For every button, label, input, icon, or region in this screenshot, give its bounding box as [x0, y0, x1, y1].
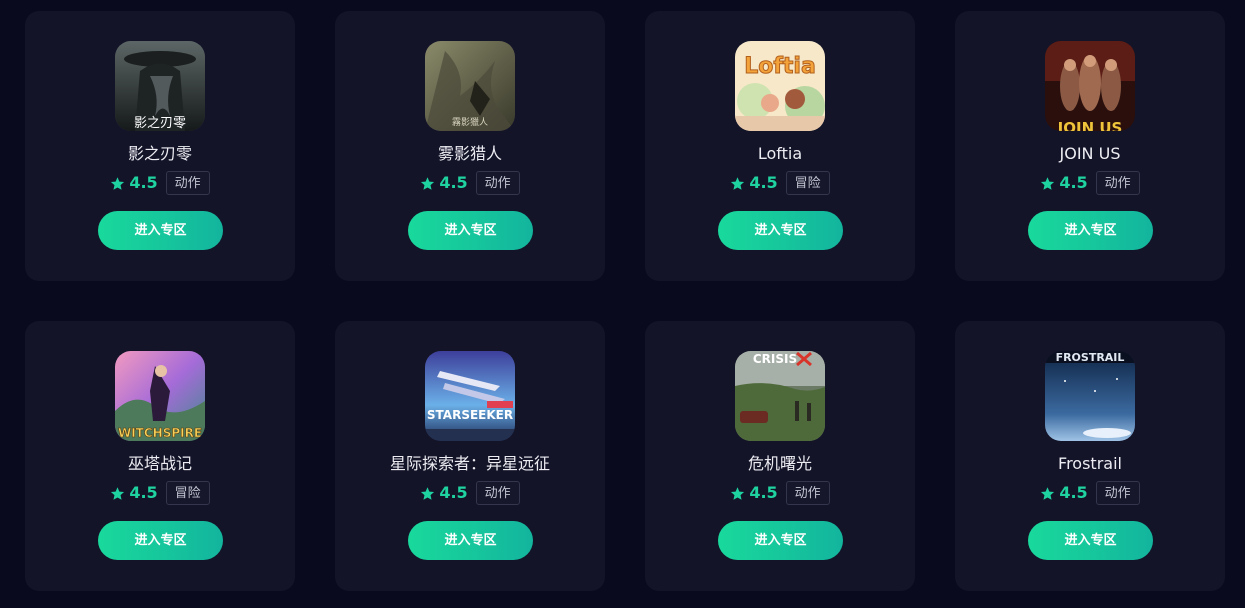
game-cover-image[interactable]: 霧影獵人 [425, 41, 515, 131]
svg-text:霧影獵人: 霧影獵人 [452, 116, 488, 128]
game-title: 巫塔战记 [127, 454, 192, 473]
enter-zone-button[interactable]: 进入专区 [98, 211, 223, 250]
game-meta: 4.5 冒险 [645, 170, 915, 196]
genre-tag: 动作 [165, 171, 210, 195]
game-rating: 4.5 [749, 173, 778, 192]
game-title: 影之刃零 [127, 144, 192, 163]
enter-zone-button[interactable]: 进入专区 [98, 521, 223, 560]
game-meta: 4.5 动作 [25, 170, 295, 196]
game-title: JOIN US [1059, 144, 1121, 163]
game-cover-image[interactable]: STARSEEKER [425, 351, 515, 441]
game-rating: 4.5 [439, 173, 468, 192]
game-title: 星际探索者：异星远征 [389, 454, 550, 473]
svg-text:影之刃零: 影之刃零 [134, 116, 186, 131]
genre-tag: 冒险 [785, 171, 830, 195]
game-grid: 影之刃零 影之刃零 4.5 动作 进入专区 霧影獵人 雾影猎人 4.5 动作 进… [0, 0, 1245, 608]
genre-tag: 动作 [785, 481, 830, 505]
star-icon [421, 176, 435, 190]
game-cover-image[interactable]: FROSTRAIL [1045, 351, 1135, 441]
game-rating: 4.5 [1059, 173, 1088, 192]
genre-tag: 动作 [475, 171, 520, 195]
game-card[interactable]: 影之刃零 影之刃零 4.5 动作 进入专区 [25, 11, 295, 281]
star-icon [421, 486, 435, 500]
genre-tag: 动作 [475, 481, 520, 505]
game-rating: 4.5 [129, 483, 158, 502]
game-rating: 4.5 [749, 483, 778, 502]
game-title: Loftia [757, 144, 803, 163]
svg-text:Loftia: Loftia [744, 54, 816, 79]
enter-zone-button[interactable]: 进入专区 [718, 521, 843, 560]
svg-text:JOIN US: JOIN US [1057, 119, 1123, 131]
game-card[interactable]: Loftia Loftia 4.5 冒险 进入专区 [645, 11, 915, 281]
mist-shadow-hunter-cover-icon: 霧影獵人 [425, 41, 515, 131]
game-cover-image[interactable]: JOIN US [1045, 41, 1135, 131]
genre-tag: 动作 [1095, 171, 1140, 195]
enter-zone-button[interactable]: 进入专区 [408, 211, 533, 250]
svg-text:STARSEEKER: STARSEEKER [427, 408, 513, 422]
star-icon [731, 176, 745, 190]
enter-zone-button[interactable]: 进入专区 [1028, 211, 1153, 250]
genre-tag: 动作 [1095, 481, 1140, 505]
shadow-blade-zero-cover-icon: 影之刃零 [115, 41, 205, 131]
game-meta: 4.5 动作 [955, 480, 1225, 506]
game-title: 危机曙光 [747, 454, 812, 473]
game-card[interactable]: WITCHSPIRE 巫塔战记 4.5 冒险 进入专区 [25, 321, 295, 591]
game-card[interactable]: CRISIS 危机曙光 4.5 动作 进入专区 [645, 321, 915, 591]
game-rating: 4.5 [1059, 483, 1088, 502]
game-meta: 4.5 动作 [955, 170, 1225, 196]
game-cover-image[interactable]: CRISIS [735, 351, 825, 441]
game-rating: 4.5 [129, 173, 158, 192]
game-card[interactable]: 霧影獵人 雾影猎人 4.5 动作 进入专区 [335, 11, 605, 281]
game-title: 雾影猎人 [437, 144, 502, 163]
game-cover-image[interactable]: Loftia [735, 41, 825, 131]
game-cover-image[interactable]: 影之刃零 [115, 41, 205, 131]
game-meta: 4.5 动作 [645, 480, 915, 506]
game-card[interactable]: FROSTRAIL Frostrail 4.5 动作 进入专区 [955, 321, 1225, 591]
loftia-cover-icon: Loftia [735, 41, 825, 131]
game-card[interactable]: STARSEEKER 星际探索者：异星远征 4.5 动作 进入专区 [335, 321, 605, 591]
enter-zone-button[interactable]: 进入专区 [1028, 521, 1153, 560]
star-icon [111, 176, 125, 190]
star-icon [731, 486, 745, 500]
join-us-cover-icon: JOIN US [1045, 41, 1135, 131]
game-card[interactable]: JOIN US JOIN US 4.5 动作 进入专区 [955, 11, 1225, 281]
game-cover-image[interactable]: WITCHSPIRE [115, 351, 205, 441]
enter-zone-button[interactable]: 进入专区 [408, 521, 533, 560]
frostrail-cover-icon: FROSTRAIL [1045, 351, 1135, 441]
star-icon [111, 486, 125, 500]
enter-zone-button[interactable]: 进入专区 [718, 211, 843, 250]
star-icon [1041, 486, 1055, 500]
game-meta: 4.5 冒险 [25, 480, 295, 506]
game-meta: 4.5 动作 [335, 170, 605, 196]
genre-tag: 冒险 [165, 481, 210, 505]
svg-text:CRISIS: CRISIS [753, 352, 797, 366]
game-meta: 4.5 动作 [335, 480, 605, 506]
svg-text:WITCHSPIRE: WITCHSPIRE [118, 426, 202, 440]
witchspire-cover-icon: WITCHSPIRE [115, 351, 205, 441]
svg-text:FROSTRAIL: FROSTRAIL [1056, 351, 1125, 364]
game-rating: 4.5 [439, 483, 468, 502]
crisis-cover-icon: CRISIS [735, 351, 825, 441]
game-title: Frostrail [1058, 454, 1122, 473]
starseeker-cover-icon: STARSEEKER [425, 351, 515, 441]
star-icon [1041, 176, 1055, 190]
